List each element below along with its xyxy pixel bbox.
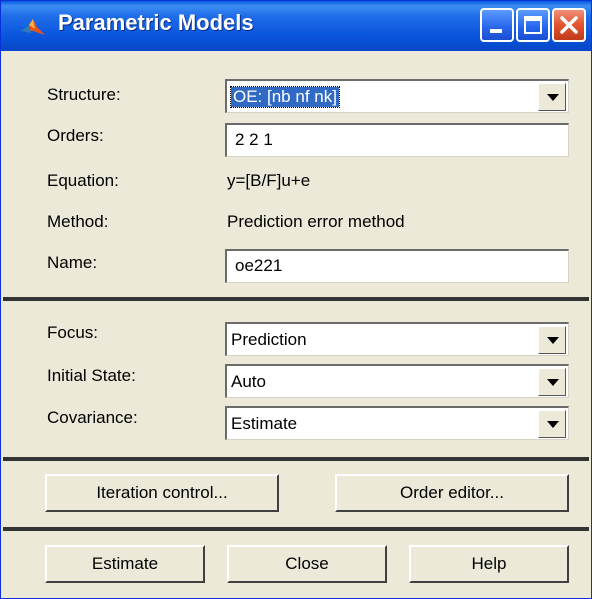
window-title: Parametric Models: [58, 10, 254, 35]
order-editor-button[interactable]: Order editor...: [335, 474, 569, 512]
estimate-button[interactable]: Estimate: [45, 545, 205, 583]
focus-label: Focus:: [47, 323, 99, 342]
chevron-down-icon: [547, 337, 559, 344]
covariance-label: Covariance:: [47, 408, 138, 427]
structure-label: Structure:: [47, 85, 121, 104]
equation-value: y=[B/F]u+e: [227, 171, 311, 190]
matlab-icon: [21, 19, 45, 35]
chevron-down-icon: [547, 94, 559, 101]
initial-state-dropdown-arrow[interactable]: [538, 368, 566, 396]
focus-value: Prediction: [231, 330, 307, 349]
minimize-icon: [490, 29, 502, 33]
focus-dropdown[interactable]: Prediction: [225, 322, 569, 356]
dialog-body: Structure: OE: [nb nf nk] Orders: 2 2 1 …: [3, 51, 589, 598]
initial-state-dropdown[interactable]: Auto: [225, 364, 569, 398]
section-divider: [3, 297, 589, 301]
covariance-dropdown[interactable]: Estimate: [225, 406, 569, 440]
minimize-button[interactable]: [480, 8, 514, 42]
focus-dropdown-arrow[interactable]: [538, 326, 566, 354]
close-button[interactable]: [552, 8, 586, 42]
covariance-dropdown-arrow[interactable]: [538, 410, 566, 438]
parametric-models-window: Parametric Models Structure: OE: [nb nf …: [0, 0, 592, 599]
close-icon: [560, 16, 578, 34]
orders-label: Orders:: [47, 126, 104, 145]
structure-dropdown-arrow[interactable]: [538, 83, 566, 111]
method-value: Prediction error method: [227, 212, 405, 231]
equation-label: Equation:: [47, 171, 119, 190]
name-label: Name:: [47, 253, 98, 272]
section-divider: [3, 527, 589, 531]
iteration-control-button[interactable]: Iteration control...: [45, 474, 279, 512]
section-divider: [3, 457, 589, 461]
structure-value: OE: [nb nf nk]: [230, 86, 340, 108]
method-label: Method:: [47, 212, 109, 231]
structure-dropdown[interactable]: OE: [nb nf nk]: [225, 79, 569, 113]
chevron-down-icon: [547, 379, 559, 386]
initial-state-value: Auto: [231, 372, 266, 391]
covariance-value: Estimate: [231, 414, 298, 433]
name-input[interactable]: oe221: [225, 249, 569, 283]
close-dialog-button[interactable]: Close: [227, 545, 387, 583]
help-button[interactable]: Help: [409, 545, 569, 583]
orders-input[interactable]: 2 2 1: [225, 123, 569, 157]
initial-state-label: Initial State:: [47, 366, 136, 385]
maximize-button[interactable]: [516, 8, 550, 42]
maximize-icon: [524, 16, 542, 34]
title-bar[interactable]: Parametric Models: [1, 1, 591, 51]
chevron-down-icon: [547, 421, 559, 428]
